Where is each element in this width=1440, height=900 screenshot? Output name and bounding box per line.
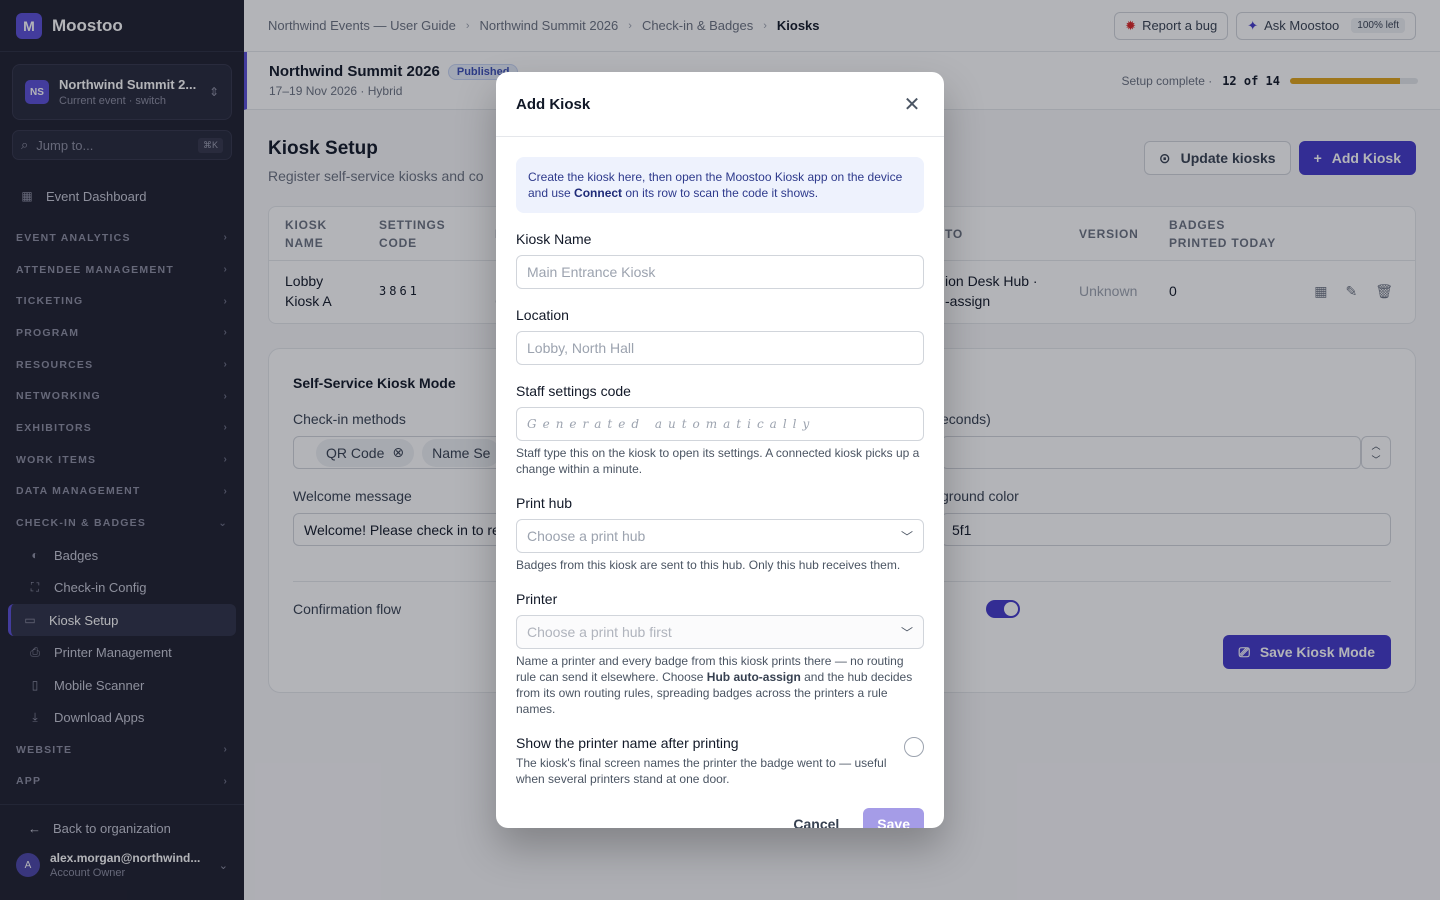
save-button[interactable]: Save [863,808,924,828]
cancel-button[interactable]: Cancel [783,808,849,828]
select-placeholder: Choose a print hub [527,528,646,544]
input-placeholder: Generated automatically [527,417,816,431]
location-input[interactable]: Lobby, North Hall [516,331,924,365]
kiosk-name-input[interactable]: Main Entrance Kiosk [516,255,924,289]
modal-title: Add Kiosk [516,95,591,113]
print-hub-label: Print hub [516,495,573,511]
chevron-down-icon: ﹀ [900,529,913,544]
show-printer-name-label: Show the printer name after printing [516,735,739,751]
show-printer-name-help: The kiosk's final screen names the print… [516,756,887,786]
add-kiosk-modal: Add Kiosk ✕ Create the kiosk here, then … [496,72,944,828]
staff-code-help: Staff type this on the kiosk to open its… [516,446,920,476]
select-placeholder: Choose a print hub first [527,624,672,640]
printer-help: Name a printer and every badge from this… [516,654,913,716]
print-hub-help: Badges from this kiosk are sent to this … [516,558,901,572]
input-placeholder: Main Entrance Kiosk [527,264,656,280]
staff-code-label: Staff settings code [516,383,631,399]
printer-label: Printer [516,591,558,607]
close-icon[interactable]: ✕ [900,92,924,116]
kiosk-name-label: Kiosk Name [516,231,592,247]
chevron-down-icon: ﹀ [900,625,913,640]
input-placeholder: Lobby, North Hall [527,340,635,356]
staff-code-input[interactable]: Generated automatically [516,407,924,441]
show-printer-name-toggle[interactable] [904,737,924,757]
printer-select[interactable]: Choose a print hub first ﹀ [516,615,924,649]
info-banner: Create the kiosk here, then open the Moo… [516,157,924,213]
print-hub-select[interactable]: Choose a print hub ﹀ [516,519,924,553]
location-label: Location [516,307,569,323]
